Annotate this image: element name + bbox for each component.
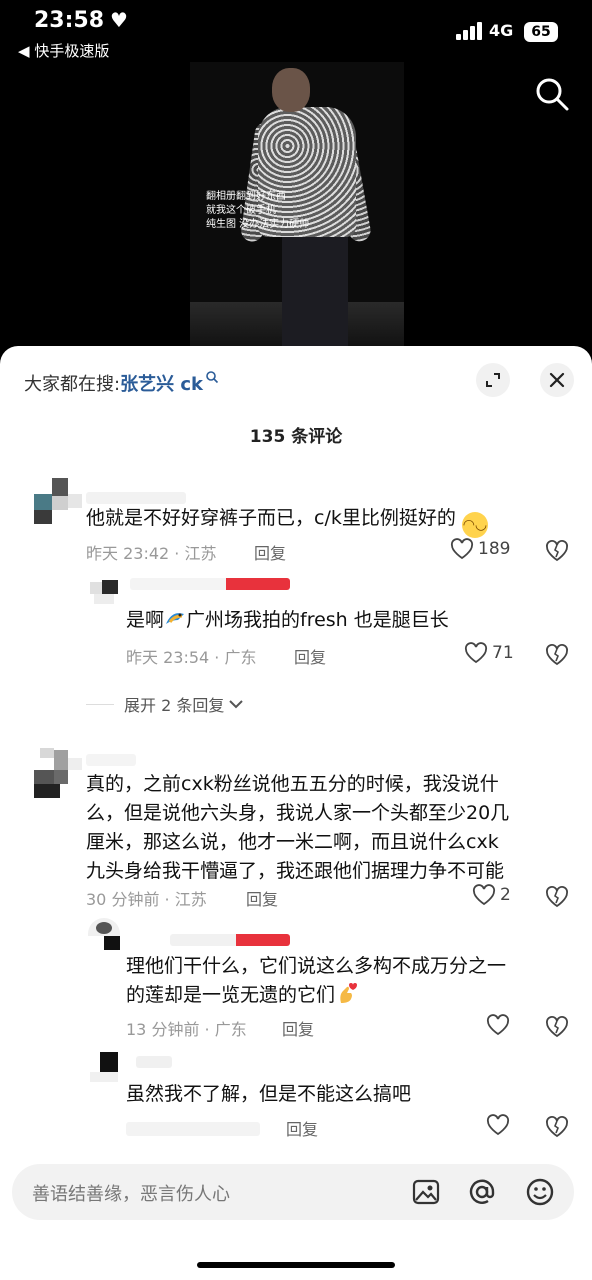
username-blurred (130, 578, 290, 590)
comment-input[interactable]: 善语结善缘，恶言伤人心 (12, 1164, 574, 1220)
comment-item: 真的，之前cxk粉丝说他五五分的时候，我没说什 么，但是说他六头身，我说人家一个… (0, 742, 592, 912)
comment-text: 真的，之前cxk粉丝说他五五分的时候，我没说什 么，但是说他六头身，我说人家一个… (86, 773, 510, 882)
video-player[interactable]: 翻相册翻到好东西 就我这个破手机 纯生图 没办法实力硬帅 (190, 62, 404, 348)
comment-text: 理他们干什么，它们说这么多构不成万分之一 的莲却是一览无遗的它们 (126, 955, 507, 1006)
comment-text: 他就是不好好穿裤子而已，c/k里比例挺好的 ◠◡ (86, 504, 488, 538)
comment-meta: 13 分钟前 · 广东 (126, 1020, 247, 1039)
performer-legs (282, 234, 348, 348)
heart-outline-icon (450, 538, 474, 560)
like-button[interactable]: 189 (450, 538, 510, 560)
username-blurred (136, 1056, 172, 1068)
mention-icon[interactable] (466, 1176, 498, 1208)
reply-button[interactable]: 回复 (246, 886, 278, 910)
comment-meta: 昨天 23:42 · 江苏 (86, 544, 217, 563)
avatar[interactable] (34, 478, 82, 526)
expand-sheet-button[interactable] (476, 363, 510, 397)
comment-meta: 30 分钟前 · 江苏 (86, 890, 207, 909)
chevron-down-icon (229, 700, 244, 709)
trending-search-keyword[interactable]: 张艺兴 ck (120, 374, 203, 395)
close-icon (549, 372, 565, 388)
comments-sheet: 大家都在搜:张艺兴 ck 135 条评论 他就是不好好穿裤子而已，c/k里比例挺… (0, 346, 592, 1280)
like-button[interactable]: 2 (472, 884, 511, 906)
status-time: 23:58 (34, 8, 105, 33)
dislike-icon[interactable] (544, 1014, 570, 1038)
username-blurred (170, 934, 290, 946)
reply-button[interactable]: 回复 (286, 1116, 318, 1140)
parrot-emoji (166, 613, 185, 624)
dislike-icon[interactable] (544, 884, 570, 908)
heart-outline-icon (472, 884, 496, 906)
comment-reply-item: 是啊 广州场我拍的fresh 也是腿巨长 昨天 23:54 · 广东 回复 71 (0, 574, 592, 674)
comment-text: 是啊 广州场我拍的fresh 也是腿巨长 (126, 609, 449, 631)
heart-outline-icon[interactable] (486, 1114, 510, 1136)
status-bar: 23:58 ♥ ◀ 快手极速版 4G 65 (0, 0, 592, 70)
back-to-app-link[interactable]: ◀ 快手极速版 (18, 40, 109, 61)
search-small-icon (206, 371, 219, 384)
expand-replies-label: 展开 2 条回复 (124, 696, 225, 715)
comment-reply-item: 虽然我不了解，但是不能这么搞吧 回复 (0, 1046, 592, 1146)
reply-button[interactable]: 回复 (282, 1016, 314, 1040)
comment-text: 虽然我不了解，但是不能这么搞吧 (126, 1083, 412, 1105)
reply-button[interactable]: 回复 (294, 644, 326, 668)
comment-reply-item: 理他们干什么，它们说这么多构不成万分之一 的莲却是一览无遗的它们 13 分钟前 … (0, 914, 592, 1044)
back-app-label: 快手极速版 (34, 42, 110, 60)
video-caption: 翻相册翻到好东西 就我这个破手机 纯生图 没办法实力硬帅 (206, 191, 310, 230)
comment-item: 他就是不好好穿裤子而已，c/k里比例挺好的 ◠◡ 昨天 23:42 · 江苏 回… (0, 474, 592, 566)
expand-icon (486, 373, 500, 387)
heart-outline-icon[interactable] (486, 1014, 510, 1036)
comment-count: 135 条评论 (249, 427, 343, 447)
username-blurred (86, 492, 186, 504)
dislike-icon[interactable] (544, 642, 570, 666)
network-type: 4G (489, 21, 514, 40)
like-count: 71 (492, 643, 514, 663)
dislike-icon[interactable] (544, 538, 570, 562)
trending-search-prefix: 大家都在搜: (24, 374, 121, 395)
image-icon[interactable] (410, 1176, 442, 1208)
divider (86, 703, 114, 705)
finger-heart-emoji (340, 983, 358, 1003)
heart-icon: ♥ (110, 8, 128, 32)
like-button[interactable]: 71 (464, 642, 514, 664)
home-indicator[interactable] (197, 1262, 395, 1268)
comment-meta: 昨天 23:54 · 广东 (126, 648, 257, 667)
performer-head (272, 68, 310, 112)
avatar[interactable] (34, 748, 82, 798)
avatar[interactable] (90, 1052, 120, 1082)
close-sheet-button[interactable] (540, 363, 574, 397)
expand-replies-button[interactable]: 展开 2 条回复 (86, 692, 244, 716)
emoji-icon[interactable] (524, 1176, 556, 1208)
trending-search[interactable]: 大家都在搜:张艺兴 ck (24, 370, 219, 396)
meta-blurred (126, 1122, 260, 1136)
avatar[interactable] (88, 918, 120, 950)
search-icon[interactable] (534, 76, 570, 112)
battery-icon: 65 (524, 22, 558, 42)
comment-input-placeholder: 善语结善缘，恶言伤人心 (32, 1184, 230, 1205)
like-count: 189 (478, 539, 511, 559)
smile-emoji: ◠◡ (461, 512, 488, 538)
heart-outline-icon (464, 642, 488, 664)
dislike-icon[interactable] (544, 1114, 570, 1138)
avatar[interactable] (90, 576, 120, 606)
reply-button[interactable]: 回复 (254, 540, 286, 564)
username-blurred (86, 754, 136, 766)
like-count: 2 (500, 885, 511, 905)
signal-icon (456, 22, 484, 40)
